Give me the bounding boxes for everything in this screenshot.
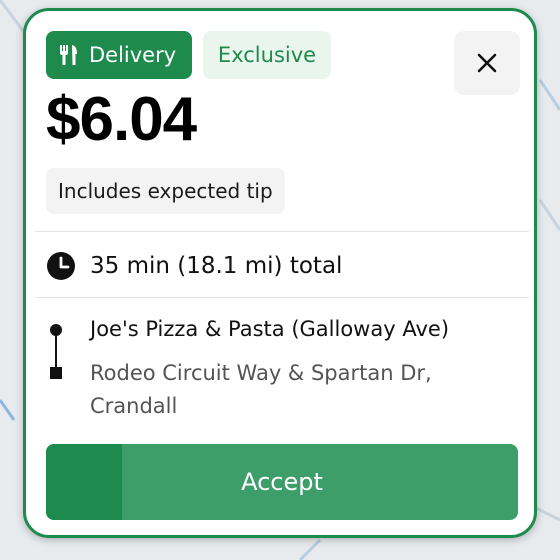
delivery-badge: Delivery xyxy=(46,31,192,79)
offer-price: $6.04 xyxy=(46,85,197,154)
clock-icon xyxy=(47,252,75,280)
utensils-icon xyxy=(60,45,77,65)
tip-note: Includes expected tip xyxy=(46,168,285,214)
trip-duration: 35 min (18.1 mi) total xyxy=(90,253,343,279)
close-button[interactable] xyxy=(454,31,520,95)
dropoff-location: Rodeo Circuit Way & Spartan Dr, Crandall xyxy=(90,361,432,418)
route-line-icon xyxy=(50,324,62,379)
pickup-location: Joe's Pizza & Pasta (Galloway Ave) xyxy=(90,317,450,341)
delivery-offer-card: Delivery Exclusive $6.04 Includes expect… xyxy=(23,8,537,538)
delivery-badge-label: Delivery xyxy=(89,43,177,67)
accept-button-label: Accept xyxy=(241,468,323,496)
exclusive-badge-label: Exclusive xyxy=(217,43,317,67)
tip-note-label: Includes expected tip xyxy=(58,179,273,203)
close-icon xyxy=(477,53,497,73)
exclusive-badge: Exclusive xyxy=(203,31,331,79)
divider xyxy=(35,297,529,298)
trip-duration-row: 35 min (18.1 mi) total xyxy=(46,251,342,281)
accept-button[interactable]: Accept xyxy=(46,444,518,520)
divider xyxy=(35,231,529,232)
